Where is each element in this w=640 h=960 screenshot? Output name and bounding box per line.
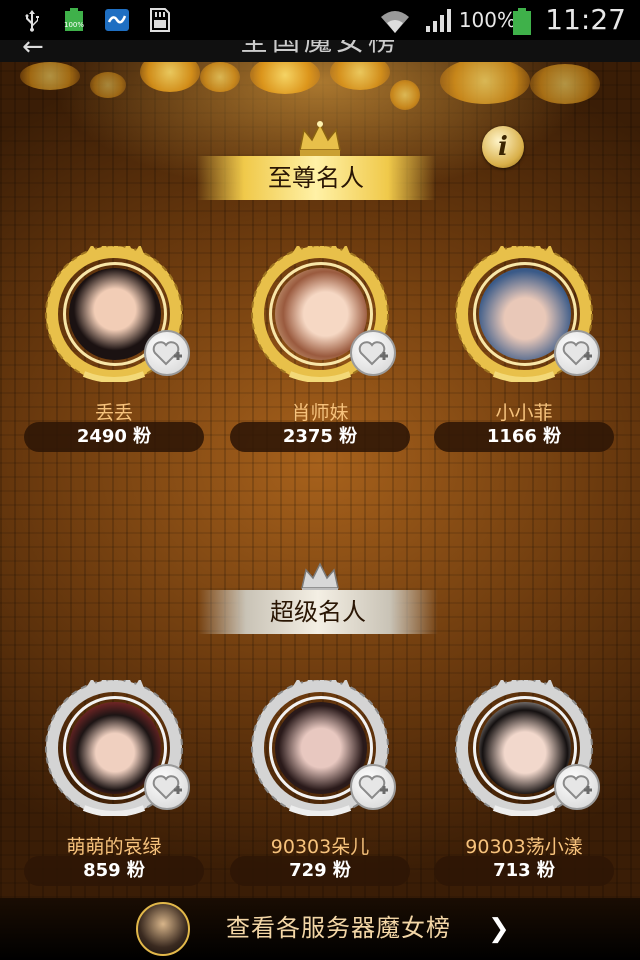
- chevron-right-icon[interactable]: ❯: [488, 914, 510, 944]
- small-battery-label: 100%: [63, 21, 84, 29]
- fans-count: 713 粉: [434, 856, 614, 886]
- fans-count: 2490 粉: [24, 422, 204, 452]
- heart-plus-icon: [562, 341, 592, 366]
- celebrity-name: 萌萌的哀绿: [66, 836, 162, 858]
- bokeh-light: [390, 80, 420, 110]
- server-rankings-link[interactable]: 查看各服务器魔女榜: [226, 910, 451, 946]
- celebrity-name: 90303朵儿: [270, 836, 370, 858]
- battery-full-icon: 100%: [62, 8, 86, 32]
- fans-count: 729 粉: [230, 856, 410, 886]
- battery-percent: 100%: [458, 8, 516, 32]
- server-rankings-bar[interactable]: 查看各服务器魔女榜 ❯: [0, 898, 640, 960]
- celebrity-name: 肖师妹: [291, 402, 349, 424]
- celebrity-card[interactable]: 肖师妹 2375 粉: [230, 246, 410, 452]
- celebrity-card[interactable]: 90303荡小漾 713 粉: [434, 680, 614, 886]
- app-notification-icon: [104, 8, 130, 32]
- fans-count: 859 粉: [24, 856, 204, 886]
- usb-icon: [20, 8, 44, 32]
- gold-crown-icon: [299, 121, 341, 156]
- bokeh-light: [200, 62, 240, 92]
- fans-count: 2375 粉: [230, 422, 410, 452]
- ranking-content: i 至尊名人 丢丢 2490 粉 肖师妹 2375 粉 小小菲 1166 粉 超…: [0, 62, 640, 898]
- celebrity-card[interactable]: 小小菲 1166 粉: [434, 246, 614, 452]
- section-title-supreme: 至尊名人: [196, 156, 436, 200]
- bokeh-light: [330, 62, 390, 90]
- heart-plus-icon: [562, 775, 592, 800]
- clock: 11:27: [545, 3, 626, 36]
- bokeh-light: [140, 62, 200, 92]
- follow-button[interactable]: [554, 330, 600, 376]
- bokeh-light: [90, 72, 126, 98]
- follow-button[interactable]: [144, 330, 190, 376]
- heart-plus-icon: [358, 775, 388, 800]
- celebrity-card[interactable]: 萌萌的哀绿 859 粉: [24, 680, 204, 886]
- info-button[interactable]: i: [482, 126, 524, 168]
- celebrity-card[interactable]: 丢丢 2490 粉: [24, 246, 204, 452]
- bottom-avatar: [136, 902, 190, 956]
- back-arrow-icon[interactable]: ←: [22, 40, 44, 60]
- bokeh-light: [440, 62, 530, 104]
- section-title-super: 超级名人: [198, 590, 438, 634]
- signal-icon: [424, 8, 454, 32]
- heart-plus-icon: [358, 341, 388, 366]
- follow-button[interactable]: [554, 764, 600, 810]
- bokeh-light: [20, 62, 80, 90]
- fans-count: 1166 粉: [434, 422, 614, 452]
- celebrity-name: 90303荡小漾: [465, 836, 583, 858]
- status-bar: 100% 100% 11:27: [0, 0, 640, 40]
- title-bar: ← 全国魔女榜: [0, 40, 640, 62]
- battery-icon: [512, 8, 532, 35]
- follow-button[interactable]: [350, 764, 396, 810]
- heart-plus-icon: [152, 341, 182, 366]
- celebrity-card[interactable]: 90303朵儿 729 粉: [230, 680, 410, 886]
- celebrity-name: 丢丢: [94, 402, 133, 424]
- page-title: 全国魔女榜: [240, 40, 401, 57]
- follow-button[interactable]: [144, 764, 190, 810]
- follow-button[interactable]: [350, 330, 396, 376]
- wifi-icon: [378, 8, 412, 33]
- heart-plus-icon: [152, 775, 182, 800]
- sd-card-icon: [148, 8, 172, 32]
- bokeh-light: [250, 62, 320, 94]
- bokeh-light: [530, 64, 600, 104]
- celebrity-name: 小小菲: [495, 402, 553, 424]
